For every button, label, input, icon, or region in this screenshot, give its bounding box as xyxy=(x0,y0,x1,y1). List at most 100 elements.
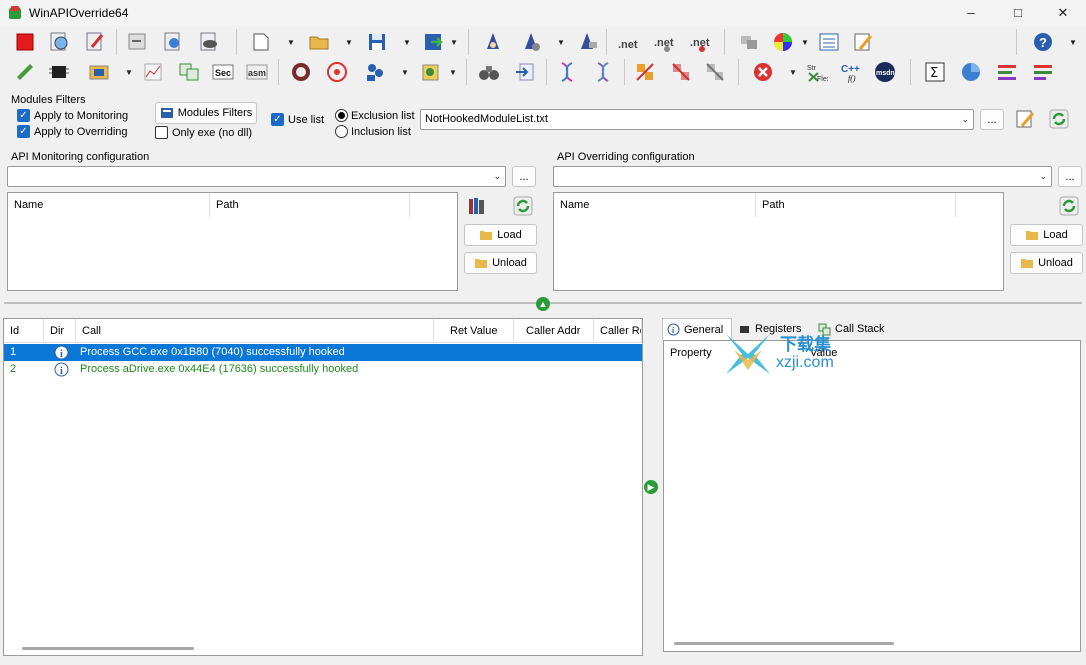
monitoring-browse-button[interactable]: ... xyxy=(512,166,536,187)
column-header-call[interactable]: Call xyxy=(76,319,434,343)
column-header-caller-re[interactable]: Caller Re xyxy=(594,319,642,343)
breakpoint-disable-icon[interactable] xyxy=(702,59,728,85)
tab-general[interactable]: i General xyxy=(662,318,732,340)
apply-overriding-checkbox[interactable]: ✓ Apply to Overriding xyxy=(17,125,128,138)
color-wheel-icon[interactable] xyxy=(770,29,796,55)
attach-process-icon[interactable] xyxy=(46,29,72,55)
module-list-file-select[interactable]: NotHookedModuleList.txt ⌄ xyxy=(420,109,974,130)
dotnet-settings-icon[interactable]: .net xyxy=(650,29,676,55)
goto-icon[interactable] xyxy=(512,59,538,85)
cancel-icon[interactable] xyxy=(750,59,776,85)
apply-monitoring-checkbox[interactable]: ✓ Apply to Monitoring xyxy=(17,109,128,122)
column-header-name[interactable]: Name xyxy=(554,193,756,217)
detach-process-icon[interactable] xyxy=(82,29,108,55)
globe-monitor-icon[interactable] xyxy=(160,29,186,55)
edit-notes-icon[interactable] xyxy=(850,29,876,55)
plugin-icon[interactable] xyxy=(418,59,444,85)
chip-icon[interactable] xyxy=(46,59,72,85)
module-list-browse-button[interactable]: ... xyxy=(980,109,1004,130)
users-dropdown-icon[interactable]: ▼ xyxy=(400,59,410,85)
save-icon[interactable] xyxy=(364,29,390,55)
column-header-name[interactable]: Name xyxy=(8,193,210,217)
cpp-icon[interactable]: C++ f() xyxy=(838,59,864,85)
pie-chart-icon[interactable] xyxy=(958,59,984,85)
refresh-icon[interactable] xyxy=(1046,106,1072,132)
new-file-icon[interactable] xyxy=(248,29,274,55)
exclusion-list-radio[interactable]: Exclusion list xyxy=(335,109,415,122)
overriding-refresh-icon[interactable] xyxy=(1056,193,1082,219)
column-header-ret-value[interactable]: Ret Value xyxy=(434,319,514,343)
inject-icon[interactable] xyxy=(124,29,150,55)
column-header-id[interactable]: Id xyxy=(4,319,44,343)
overriding-list[interactable]: Name Path xyxy=(553,192,1004,291)
sum-icon[interactable]: Σ xyxy=(922,59,948,85)
compare-icon[interactable] xyxy=(176,59,202,85)
monitoring-list[interactable]: Name Path xyxy=(7,192,458,291)
column-header-path[interactable]: Path xyxy=(756,193,956,217)
asm-icon[interactable]: asm xyxy=(244,59,270,85)
help-icon[interactable]: ? xyxy=(1030,29,1056,55)
table-row[interactable]: 2 i Process aDrive.exe 0x44E4 (17636) su… xyxy=(4,361,642,378)
column-header-caller-addr[interactable]: Caller Addr xyxy=(514,319,594,343)
close-button[interactable]: ✕ xyxy=(1040,0,1086,26)
horizontal-scrollbar[interactable] xyxy=(22,647,194,650)
colored-lines-edit-icon[interactable] xyxy=(1030,59,1056,85)
msdn-icon[interactable]: msdn xyxy=(872,59,898,85)
horizontal-scrollbar[interactable] xyxy=(674,642,894,645)
maximize-button[interactable]: □ xyxy=(995,0,1041,26)
wizard-monitor-icon[interactable] xyxy=(574,29,600,55)
column-header-dir[interactable]: Dir xyxy=(44,319,76,343)
cancel-dropdown-icon[interactable]: ▼ xyxy=(788,59,798,85)
expand-right-icon[interactable]: ▶ xyxy=(644,480,658,494)
overriding-browse-button[interactable]: ... xyxy=(1058,166,1082,187)
strflex-icon[interactable]: StrFlex xyxy=(804,59,830,85)
overriding-load-button[interactable]: Load xyxy=(1010,224,1083,246)
list-view-icon[interactable] xyxy=(816,29,842,55)
dotnet-monitor-icon[interactable]: .net xyxy=(686,29,712,55)
monitoring-refresh-icon[interactable] xyxy=(510,193,536,219)
wizard-settings-icon[interactable] xyxy=(518,29,544,55)
windows-icon[interactable] xyxy=(736,29,762,55)
open-folder-icon[interactable] xyxy=(306,29,332,55)
memory-icon[interactable] xyxy=(12,59,38,85)
export-dropdown-icon[interactable]: ▼ xyxy=(449,29,459,55)
help-dropdown-icon[interactable]: ▼ xyxy=(1068,29,1078,55)
plugin-dropdown-icon[interactable]: ▼ xyxy=(448,59,458,85)
wizard-icon[interactable] xyxy=(480,29,506,55)
monitoring-config-select[interactable]: ⌄ xyxy=(7,166,506,187)
target-icon[interactable] xyxy=(324,59,350,85)
only-exe-checkbox[interactable]: Only exe (no dll) xyxy=(155,126,252,139)
dna-settings-icon[interactable] xyxy=(590,59,616,85)
export-icon[interactable] xyxy=(420,29,446,55)
colored-lines-icon[interactable] xyxy=(994,59,1020,85)
minimize-button[interactable]: – xyxy=(948,0,994,26)
save-dropdown-icon[interactable]: ▼ xyxy=(402,29,412,55)
breakpoint-icon[interactable] xyxy=(632,59,658,85)
modules-filters-button[interactable]: Modules Filters xyxy=(155,102,257,124)
inclusion-list-radio[interactable]: Inclusion list xyxy=(335,125,411,138)
stop-icon[interactable] xyxy=(12,29,38,55)
dump-icon[interactable] xyxy=(86,59,112,85)
new-file-dropdown-icon[interactable]: ▼ xyxy=(286,29,296,55)
color-dropdown-icon[interactable]: ▼ xyxy=(800,29,810,55)
dotnet-icon[interactable]: .net xyxy=(614,29,640,55)
binoculars-icon[interactable] xyxy=(476,59,502,85)
edit-list-icon[interactable] xyxy=(1012,106,1038,132)
wizard-dropdown-icon[interactable]: ▼ xyxy=(556,29,566,55)
overriding-unload-button[interactable]: Unload xyxy=(1010,252,1083,274)
monitoring-unload-button[interactable]: Unload xyxy=(464,252,537,274)
table-row[interactable]: 1 i Process GCC.exe 0x1B80 (7040) succes… xyxy=(4,344,642,361)
open-dropdown-icon[interactable]: ▼ xyxy=(344,29,354,55)
network-monitor-icon[interactable] xyxy=(196,29,222,55)
hook-rules-icon[interactable] xyxy=(288,59,314,85)
column-header-path[interactable]: Path xyxy=(210,193,410,217)
sec-icon[interactable]: Sec xyxy=(210,59,236,85)
books-icon[interactable] xyxy=(464,193,490,219)
users-icon[interactable] xyxy=(362,59,388,85)
use-list-checkbox[interactable]: ✓ Use list xyxy=(271,113,324,126)
breakpoint-clear-icon[interactable] xyxy=(668,59,694,85)
dump-dropdown-icon[interactable]: ▼ xyxy=(124,59,134,85)
call-log-list[interactable]: Id Dir Call Ret Value Caller Addr Caller… xyxy=(3,318,643,656)
property-panel[interactable]: Property Value xyxy=(663,340,1081,652)
collapse-up-icon[interactable]: ▲ xyxy=(536,297,550,311)
